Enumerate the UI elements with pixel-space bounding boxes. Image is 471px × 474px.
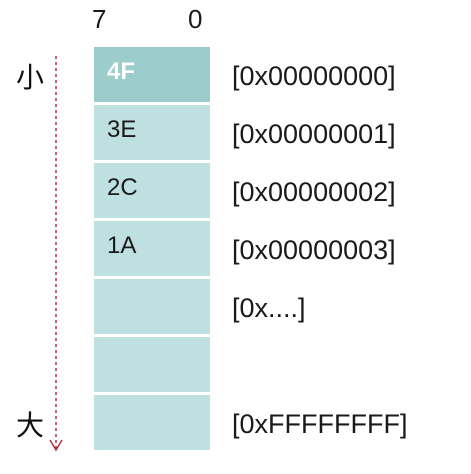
cell-value: 3E	[107, 116, 137, 143]
address-label: [0xFFFFFFFF]	[232, 409, 408, 439]
memory-column: 4F 3E 2C 1A	[94, 47, 210, 453]
small-label: 小	[16, 61, 45, 94]
cell-value: 1A	[107, 232, 137, 259]
address-label: [0x00000002]	[232, 177, 396, 207]
memory-layout-diagram: 7 0 小 大 4F 3E 2C 1A [0x00000000] [0x0000…	[0, 0, 471, 474]
memory-cell	[94, 337, 210, 392]
memory-cell: 3E	[94, 105, 210, 160]
memory-cell: 1A	[94, 221, 210, 276]
address-label: [0x00000003]	[232, 235, 396, 265]
address-label: [0x00000001]	[232, 119, 396, 149]
address-direction-arrow-icon	[49, 56, 63, 452]
address-label: [0x00000000]	[232, 61, 396, 91]
bit-high-label: 7	[92, 4, 107, 34]
large-label: 大	[16, 409, 45, 442]
memory-cell	[94, 395, 210, 450]
address-label	[232, 337, 468, 395]
memory-cell: 2C	[94, 163, 210, 218]
memory-cell	[94, 279, 210, 334]
address-label: [0x....]	[232, 293, 306, 323]
cell-value: 2C	[107, 174, 138, 201]
memory-cell: 4F	[94, 47, 210, 102]
cell-value: 4F	[107, 58, 136, 85]
address-column: [0x00000000] [0x00000001] [0x00000002] […	[232, 47, 468, 453]
bit-low-label: 0	[188, 4, 203, 34]
